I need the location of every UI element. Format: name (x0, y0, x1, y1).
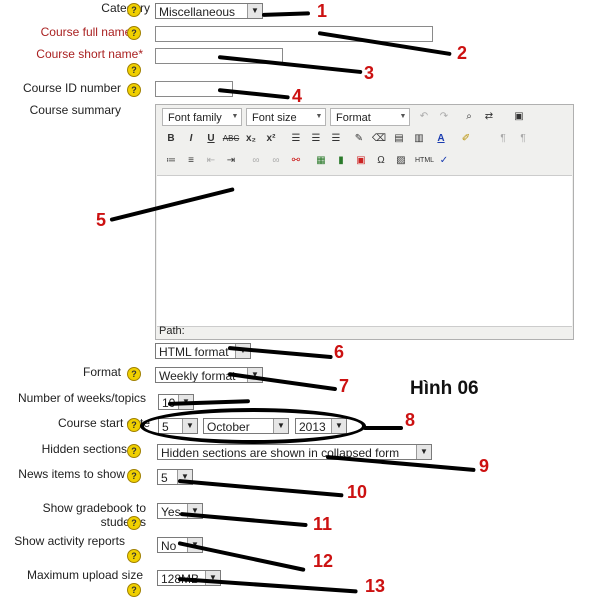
annotation-line (363, 426, 403, 430)
cleanup-icon[interactable]: ✎ (350, 130, 368, 148)
html-source-icon[interactable]: HTML (415, 152, 434, 170)
font-family-select[interactable]: Font family ▼ (162, 108, 242, 126)
text-format-select[interactable]: HTML format▼ (155, 343, 251, 359)
highlight-icon[interactable]: ✐ (457, 130, 475, 148)
numweeks-label: Number of weeks/topics (17, 391, 146, 405)
hidden-sections-label: Hidden sections (41, 442, 127, 456)
editor-text-area[interactable] (157, 175, 572, 327)
rtl-icon[interactable]: ¶ (514, 130, 532, 148)
news-label: News items to show (18, 467, 125, 481)
underline-button[interactable]: U (202, 130, 220, 148)
strikethrough-button[interactable]: ABC (222, 130, 240, 148)
paste-text-icon[interactable]: ▥ (410, 130, 428, 148)
edit-icon[interactable]: ▨ (392, 152, 410, 170)
annotation-number: 6 (334, 342, 345, 362)
html-editor: Font family ▼ Font size ▼ Format ▼ ↶ ↷ ⌕ ⇄ … (155, 104, 574, 340)
undo-icon[interactable]: ↶ (415, 108, 433, 126)
annotation-number: 2 (457, 43, 468, 63)
indent-icon[interactable]: ⇥ (222, 152, 240, 170)
help-icon[interactable]: ? (127, 83, 141, 97)
fullscreen-icon[interactable]: ▣ (510, 108, 528, 126)
path-label: Path: (159, 325, 185, 337)
shortname-label: Course short name* (36, 47, 143, 61)
annotation-line (177, 479, 344, 498)
maxupload-label: Maximum upload size (26, 568, 143, 582)
help-icon[interactable]: ? (127, 444, 141, 458)
annotation-line (179, 512, 308, 528)
format-select[interactable]: Format ▼ (330, 108, 410, 126)
numbered-list-icon[interactable]: ≡ (182, 152, 200, 170)
unlink-icon[interactable]: ∞ (267, 152, 285, 170)
annotation-number: 12 (313, 551, 334, 571)
redo-icon[interactable]: ↷ (435, 108, 453, 126)
bold-button[interactable]: B (162, 130, 180, 148)
outdent-icon[interactable]: ⇤ (202, 152, 220, 170)
annotation-number: 10 (347, 482, 368, 502)
subscript-button[interactable]: x₂ (242, 130, 260, 148)
highlight-ellipse (140, 408, 366, 444)
annotation-number: 8 (405, 410, 416, 430)
find-icon[interactable]: ⌕ (460, 108, 478, 126)
idnumber-label: Course ID number (22, 81, 121, 95)
help-icon[interactable]: ? (127, 26, 141, 40)
chevron-down-icon: ▼ (247, 4, 262, 18)
summary-label: Course summary (29, 103, 121, 117)
special-char-icon[interactable]: Ω (372, 152, 390, 170)
align-center-icon[interactable]: ☰ (307, 130, 325, 148)
spellcheck-icon[interactable]: ✓ (435, 152, 453, 170)
help-icon[interactable]: ? (127, 367, 141, 381)
help-icon[interactable]: ? (127, 549, 141, 563)
link-icon[interactable]: ∞ (247, 152, 265, 170)
category-select[interactable]: Miscellaneous ▼ (155, 3, 263, 19)
annotation-line (261, 11, 311, 17)
help-icon[interactable]: ? (127, 583, 141, 597)
replace-icon[interactable]: ⇄ (480, 108, 498, 126)
annotation-number: 1 (317, 1, 328, 21)
help-icon[interactable]: ? (127, 63, 141, 77)
annotation-number: 3 (364, 63, 375, 83)
figure-label: Hình 06 (410, 378, 479, 399)
help-icon[interactable]: ? (127, 516, 141, 530)
annotation-number: 9 (479, 456, 490, 476)
help-icon[interactable]: ? (127, 3, 141, 17)
annotation-number: 13 (365, 576, 386, 596)
format-label: Format (82, 365, 121, 379)
help-icon[interactable]: ? (127, 418, 141, 432)
help-icon[interactable]: ? (127, 469, 141, 483)
ltr-icon[interactable]: ¶ (494, 130, 512, 148)
bullet-list-icon[interactable]: ≔ (162, 152, 180, 170)
fullname-label: Course full name* (40, 25, 136, 39)
anchor-icon[interactable]: ⚯ (287, 152, 305, 170)
annotation-number: 11 (313, 514, 333, 534)
activity-label: Show activity reports (14, 534, 125, 548)
annotation-line (177, 541, 306, 572)
italic-button[interactable]: I (182, 130, 200, 148)
eraser-icon[interactable]: ⌫ (370, 130, 388, 148)
annotation-line (217, 55, 363, 75)
align-left-icon[interactable]: ☰ (287, 130, 305, 148)
align-right-icon[interactable]: ☰ (327, 130, 345, 148)
image-icon[interactable]: ▦ (312, 152, 330, 170)
media-icon[interactable]: ▮ (332, 152, 350, 170)
fullname-input[interactable] (155, 26, 433, 42)
nolink-icon[interactable]: ▣ (352, 152, 370, 170)
paste-word-icon[interactable]: ▤ (390, 130, 408, 148)
hidden-sections-select[interactable]: Hidden sections are shown in collapsed f… (157, 444, 432, 460)
category-label: Category (101, 1, 150, 15)
annotation-number: 5 (96, 210, 107, 230)
chevron-down-icon: ▼ (416, 445, 431, 459)
annotation-number: 4 (292, 86, 303, 106)
annotation-number: 7 (339, 376, 350, 396)
font-size-select[interactable]: Font size ▼ (246, 108, 326, 126)
font-color-icon[interactable]: A (432, 130, 450, 148)
superscript-button[interactable]: x² (262, 130, 280, 148)
